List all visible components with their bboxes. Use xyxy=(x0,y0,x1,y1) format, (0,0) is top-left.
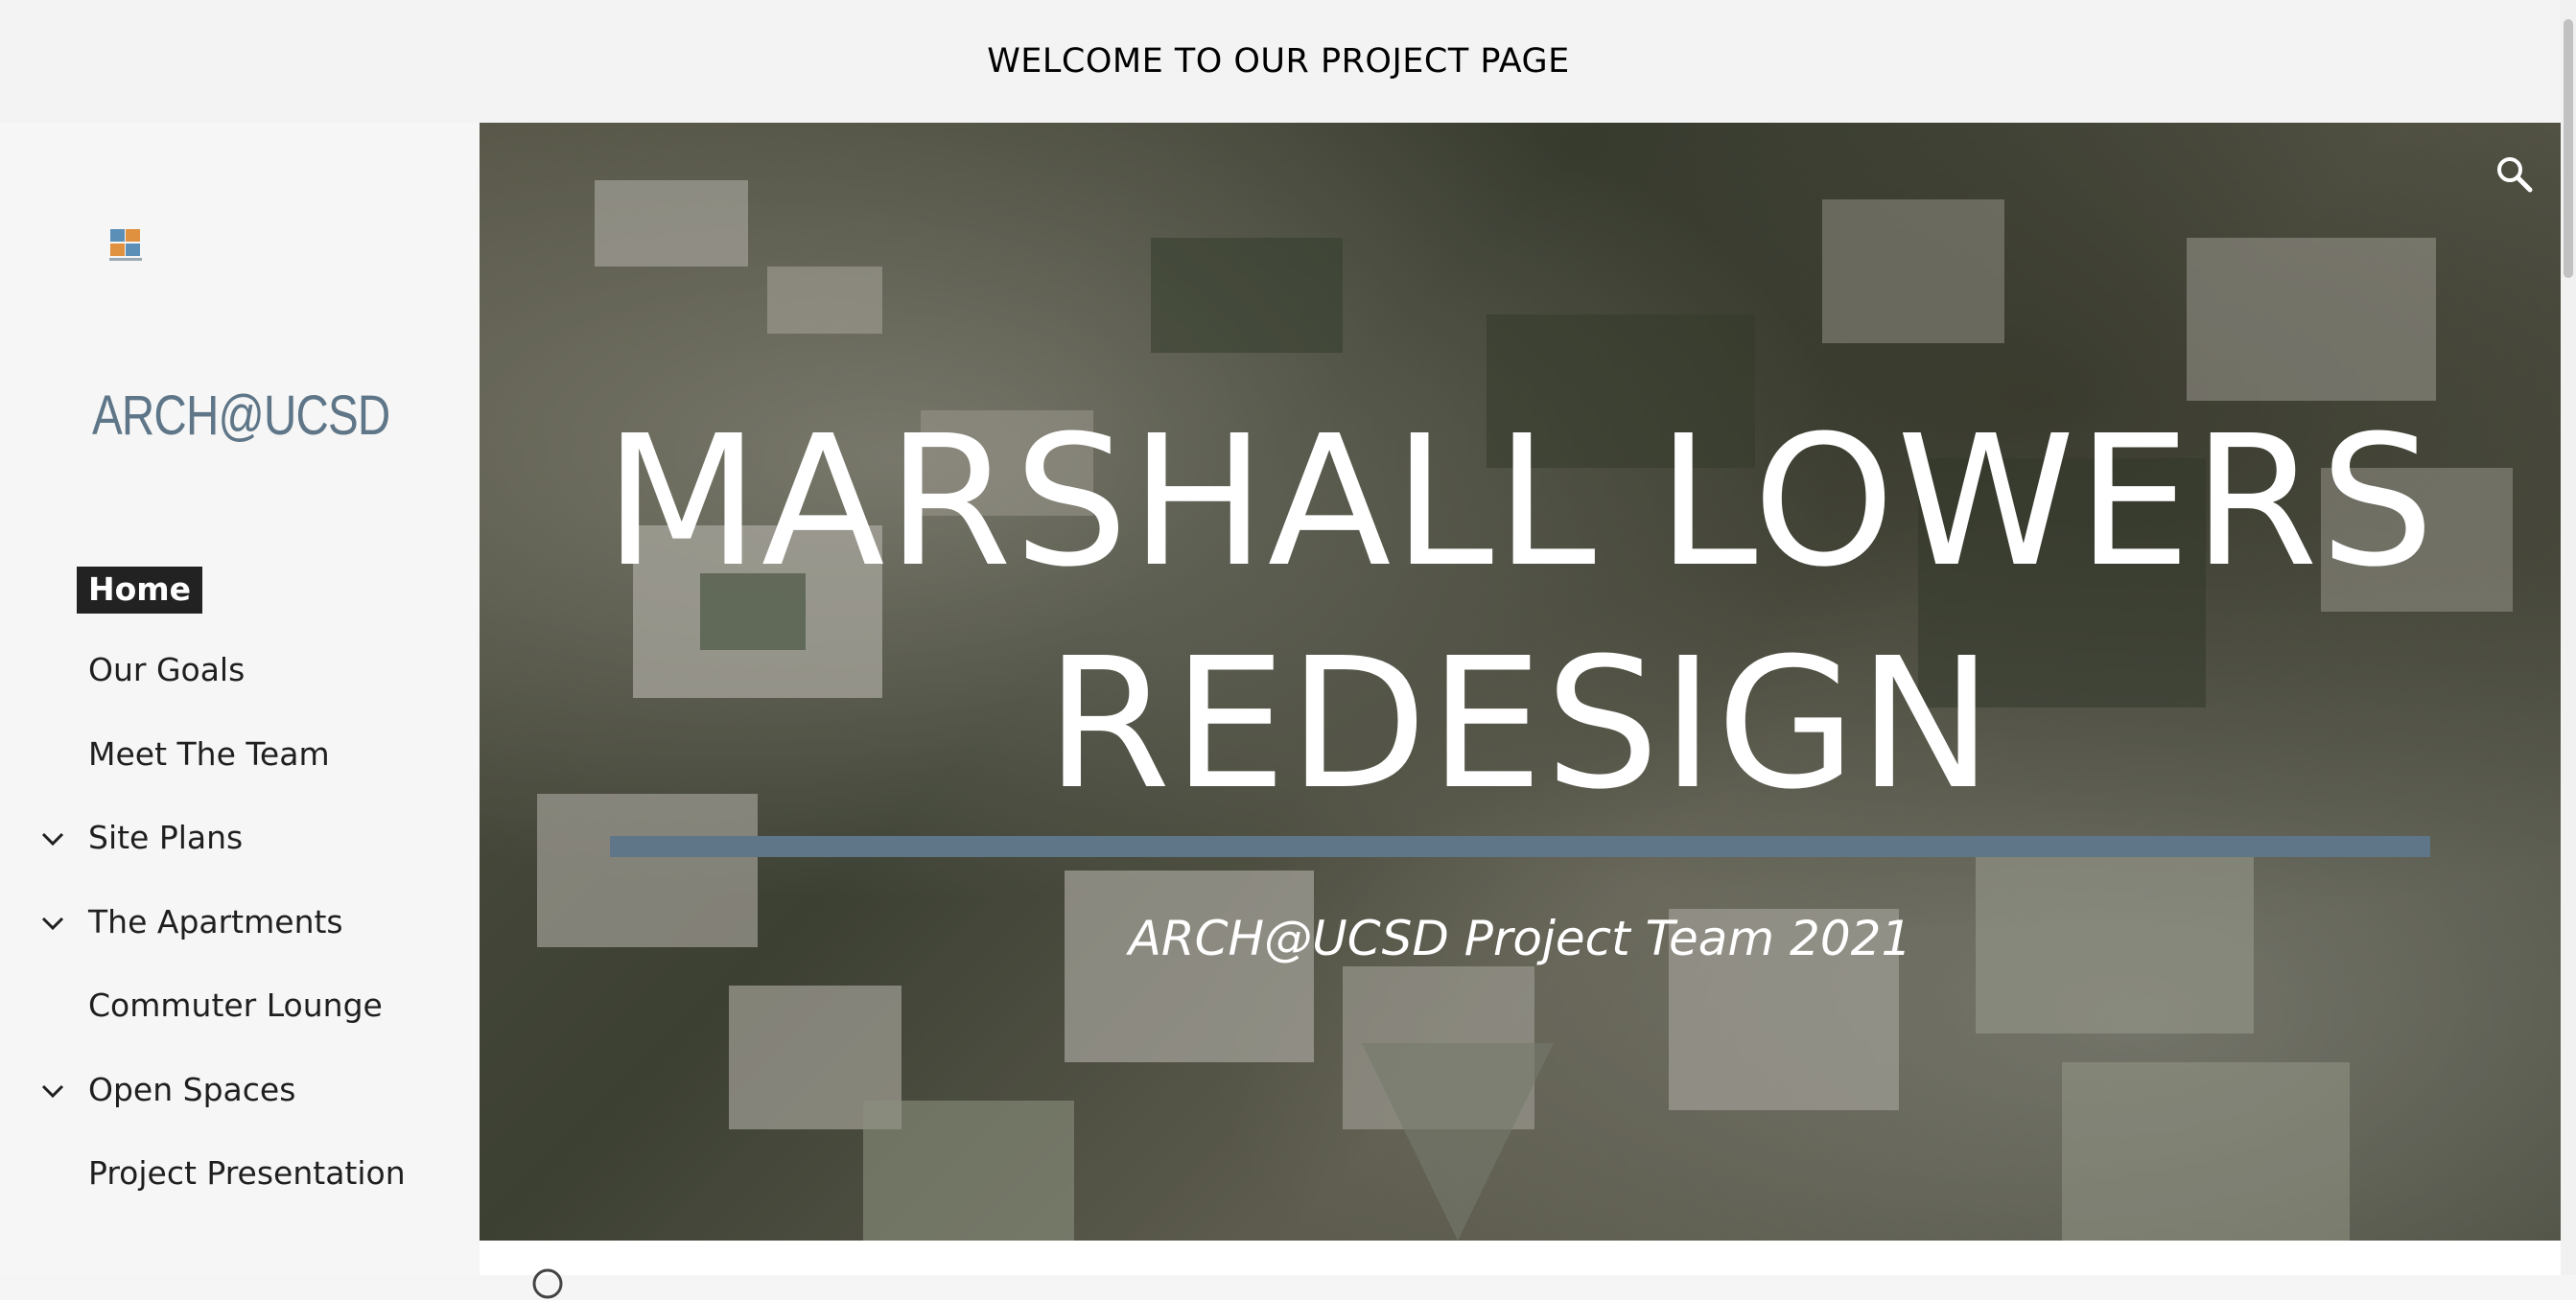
hero-title: MARSHALL LOWERS REDESIGN xyxy=(480,391,2561,836)
hero-divider xyxy=(610,836,2430,857)
chevron-down-icon[interactable] xyxy=(40,911,65,936)
nav-item-open-spaces[interactable]: Open Spaces xyxy=(0,1063,480,1121)
site-header: WELCOME TO OUR PROJECT PAGE xyxy=(0,0,2576,123)
nav-item-site-plans[interactable]: Site Plans xyxy=(0,811,480,869)
nav-item-meet-the-team[interactable]: Meet The Team xyxy=(0,728,480,785)
nav-item-label: Site Plans xyxy=(88,819,244,856)
hero-subtitle: ARCH@UCSD Project Team 2021 xyxy=(1128,911,1912,966)
nav-item-home[interactable]: Home xyxy=(0,567,480,624)
nav-item-label: The Apartments xyxy=(88,903,343,940)
sidebar-navigation: ARCH@UCSD Home Our Goals Meet The Team S… xyxy=(0,123,480,1275)
nav-item-label: Commuter Lounge xyxy=(88,987,383,1024)
search-icon[interactable] xyxy=(2494,153,2536,196)
nav-item-project-presentation[interactable]: Project Presentation xyxy=(0,1147,480,1204)
nav-item-label: Project Presentation xyxy=(88,1154,406,1192)
site-name[interactable]: ARCH@UCSD xyxy=(92,383,390,448)
page-scrollbar[interactable] xyxy=(2561,0,2576,1275)
nav-item-our-goals[interactable]: Our Goals xyxy=(0,643,480,701)
chevron-down-icon[interactable] xyxy=(40,826,65,851)
hero-title-line-1: MARSHALL LOWERS xyxy=(603,397,2437,607)
project-logo-icon[interactable] xyxy=(109,228,142,263)
site-header-title: WELCOME TO OUR PROJECT PAGE xyxy=(987,42,1570,81)
nav-item-the-apartments[interactable]: The Apartments xyxy=(0,895,480,953)
nav-item-label: Open Spaces xyxy=(88,1071,296,1108)
nav-item-commuter-lounge[interactable]: Commuter Lounge xyxy=(0,979,480,1036)
nav-item-label: Home xyxy=(77,567,203,614)
nav-item-label: Meet The Team xyxy=(88,735,330,773)
content-area-top xyxy=(480,1241,2561,1299)
scrollbar-thumb[interactable] xyxy=(2564,19,2573,278)
hero-title-line-2: REDESIGN xyxy=(1044,619,1996,829)
chevron-down-icon[interactable] xyxy=(40,1079,65,1103)
info-icon[interactable] xyxy=(531,1267,564,1300)
hero-banner: MARSHALL LOWERS REDESIGN ARCH@UCSD Proje… xyxy=(480,123,2561,1241)
nav-item-label: Our Goals xyxy=(88,651,246,688)
